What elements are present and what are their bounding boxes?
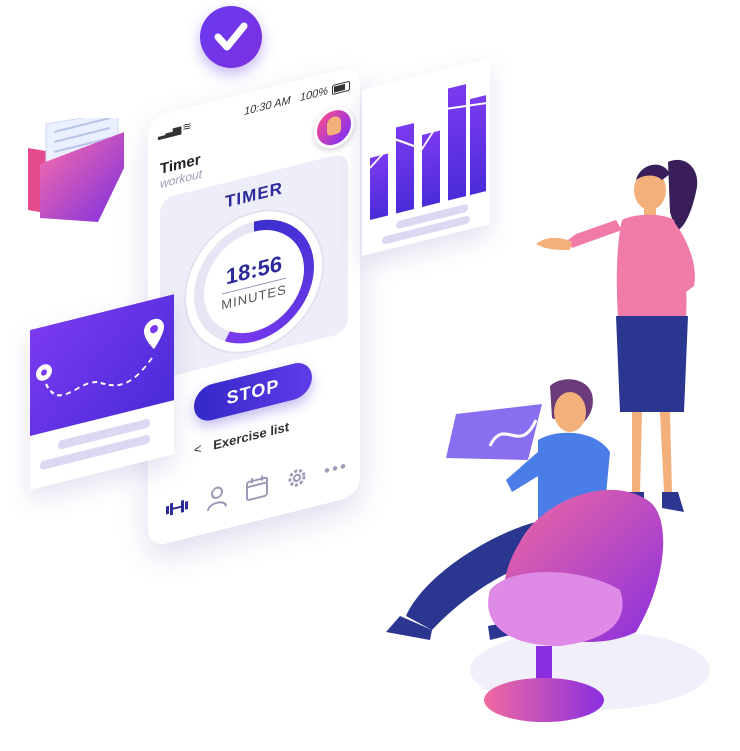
battery-level: 100% bbox=[299, 85, 328, 105]
checkmark-icon bbox=[214, 22, 248, 51]
people-scene bbox=[386, 159, 710, 722]
tab-calendar[interactable] bbox=[244, 472, 270, 504]
route-map bbox=[30, 294, 174, 436]
exercise-list-link[interactable]: < Exercise list bbox=[194, 419, 289, 458]
phone-screen: ▂▃▅ ≋ 10:30 AM 100% Timer workout TIMER … bbox=[148, 65, 360, 549]
signal-icon: ▂▃▅ ≋ bbox=[158, 120, 191, 141]
chevron-left-icon: < bbox=[194, 440, 202, 458]
timer-card: TIMER 18:56 MINUTES bbox=[160, 152, 348, 380]
timer-dial-center: 18:56 MINUTES bbox=[204, 219, 304, 345]
folder-icon bbox=[28, 118, 124, 222]
tab-dumbbell[interactable] bbox=[164, 492, 190, 524]
exercise-list-label: Exercise list bbox=[213, 418, 290, 453]
tab-user[interactable] bbox=[204, 482, 230, 514]
battery-icon bbox=[332, 80, 350, 96]
timer-dial: 18:56 MINUTES bbox=[184, 194, 324, 370]
avatar[interactable] bbox=[314, 102, 354, 153]
user-icon bbox=[207, 486, 227, 512]
bottom-tab-bar bbox=[158, 452, 350, 526]
illustration-stage: ▂▃▅ ≋ 10:30 AM 100% Timer workout TIMER … bbox=[0, 0, 740, 751]
route-icon bbox=[36, 318, 164, 397]
stop-button[interactable]: STOP bbox=[194, 359, 312, 425]
calendar-icon bbox=[246, 475, 268, 501]
tab-settings[interactable] bbox=[284, 462, 310, 494]
status-time: 10:30 AM bbox=[244, 94, 291, 119]
dumbbell-icon bbox=[166, 500, 188, 516]
checkmark-badge bbox=[200, 6, 262, 68]
timer-progress-ring: 18:56 MINUTES bbox=[194, 206, 314, 357]
gear-icon bbox=[288, 469, 306, 487]
